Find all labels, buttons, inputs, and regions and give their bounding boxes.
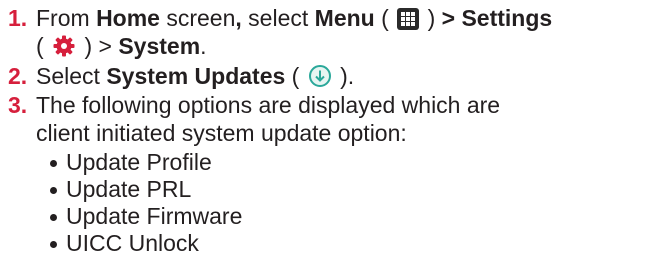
step-3-line-2: client initiated system update option: xyxy=(36,120,407,146)
step-text-segment: ) xyxy=(421,5,442,31)
list-item: Update Profile xyxy=(44,149,242,176)
update-options-list: Update Profile Update PRL Update Firmwar… xyxy=(44,149,242,257)
step-text-segment: ( xyxy=(36,33,51,59)
step-2: 2. Select System Updates ( ). xyxy=(0,62,646,90)
bullet xyxy=(50,214,57,221)
list-item: Update Firmware xyxy=(44,203,242,230)
list-item: UICC Unlock xyxy=(44,230,242,257)
step-number: 1. xyxy=(8,5,28,31)
instructions-document: 1. From Home screen, select Menu ( ) > S… xyxy=(0,0,646,266)
step-3-line-1: The following options are displayed whic… xyxy=(36,92,501,118)
step-text-segment: Select xyxy=(36,63,107,89)
step-text-segment: screen xyxy=(159,5,236,31)
home-label: Home xyxy=(96,5,160,31)
step-text-segment: ( xyxy=(285,63,306,89)
list-item: Update PRL xyxy=(44,176,242,203)
step-text-segment: ( xyxy=(374,5,396,31)
step-text-segment: From xyxy=(36,5,97,31)
option-label: Update Firmware xyxy=(66,203,243,229)
settings-label: > Settings xyxy=(441,5,553,31)
step-3: 3. The following options are displayed w… xyxy=(0,91,646,147)
step-1: 1. From Home screen, select Menu ( ) > S… xyxy=(0,4,646,60)
step-number: 3. xyxy=(8,92,28,118)
bullet xyxy=(50,160,57,167)
step-text-segment: . xyxy=(200,33,207,59)
bullet xyxy=(50,241,57,248)
option-label: Update PRL xyxy=(66,176,192,202)
option-label: UICC Unlock xyxy=(66,230,199,256)
option-label: Update Profile xyxy=(66,149,212,175)
step-text-segment: ) > xyxy=(78,33,119,59)
step-text-segment: ). xyxy=(333,63,355,89)
step-text: From Home screen, select Menu ( ) > Sett… xyxy=(36,4,552,60)
menu-label: Menu xyxy=(314,5,375,31)
step-1-line-1: From Home screen, select Menu ( ) > Sett… xyxy=(36,4,552,32)
step-1-line-2: ( ) > System. xyxy=(36,32,552,60)
step-text-segment: select xyxy=(241,5,315,31)
step-text: The following options are displayed whic… xyxy=(36,91,500,147)
system-label: System xyxy=(118,33,201,59)
system-updates-label: System Updates xyxy=(106,63,286,89)
step-number: 2. xyxy=(8,63,28,89)
options-list-container: Update Profile Update PRL Update Firmwar… xyxy=(0,149,646,264)
menu-grid-icon xyxy=(397,8,420,30)
step-text: Select System Updates ( ). xyxy=(36,62,354,90)
system-update-icon xyxy=(308,65,331,87)
settings-gear-icon xyxy=(53,35,75,57)
bullet xyxy=(50,187,57,194)
